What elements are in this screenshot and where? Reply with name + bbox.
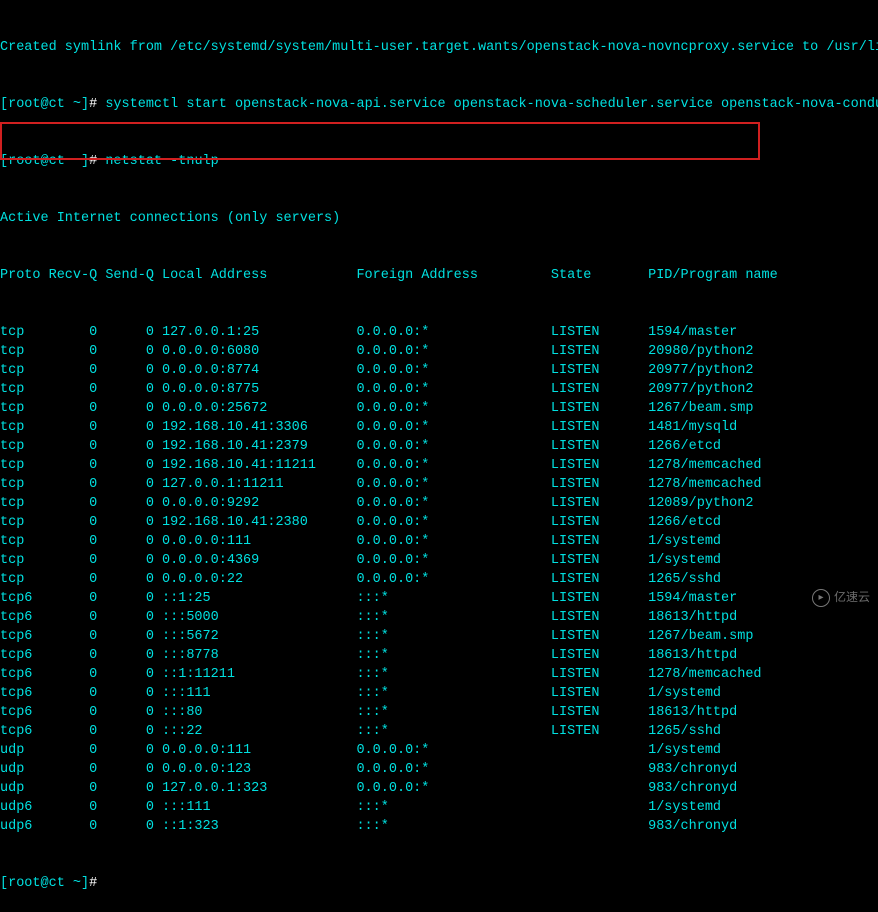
- command-line-1: [root@ct ~]# systemctl start openstack-n…: [0, 95, 878, 114]
- netstat-row: udp 0 0 0.0.0.0:123 0.0.0.0:* 983/chrony…: [0, 760, 878, 779]
- netstat-row: tcp 0 0 0.0.0.0:4369 0.0.0.0:* LISTEN 1/…: [0, 551, 878, 570]
- prompt-user: [root@ct ~]: [0, 876, 89, 891]
- prompt-hash: #: [89, 154, 105, 169]
- netstat-row: tcp 0 0 0.0.0.0:8774 0.0.0.0:* LISTEN 20…: [0, 361, 878, 380]
- netstat-row: tcp 0 0 127.0.0.1:11211 0.0.0.0:* LISTEN…: [0, 475, 878, 494]
- netstat-row: tcp6 0 0 :::5672 :::* LISTEN 1267/beam.s…: [0, 627, 878, 646]
- netstat-row: udp 0 0 0.0.0.0:111 0.0.0.0:* 1/systemd: [0, 741, 878, 760]
- netstat-row: tcp6 0 0 :::80 :::* LISTEN 18613/httpd: [0, 703, 878, 722]
- prompt-hash: #: [89, 97, 105, 112]
- netstat-row: tcp6 0 0 :::22 :::* LISTEN 1265/sshd: [0, 722, 878, 741]
- netstat-row: tcp 0 0 0.0.0.0:22 0.0.0.0:* LISTEN 1265…: [0, 570, 878, 589]
- netstat-row: tcp6 0 0 ::1:25 :::* LISTEN 1594/master: [0, 589, 878, 608]
- prompt-user: [root@ct ~]: [0, 154, 89, 169]
- netstat-row: udp 0 0 127.0.0.1:323 0.0.0.0:* 983/chro…: [0, 779, 878, 798]
- prompt-hash: #: [89, 876, 97, 891]
- watermark-icon: ▸: [812, 589, 830, 607]
- netstat-row: tcp 0 0 0.0.0.0:8775 0.0.0.0:* LISTEN 20…: [0, 380, 878, 399]
- netstat-row: tcp6 0 0 ::1:11211 :::* LISTEN 1278/memc…: [0, 665, 878, 684]
- netstat-row: tcp 0 0 0.0.0.0:9292 0.0.0.0:* LISTEN 12…: [0, 494, 878, 513]
- netstat-row: tcp6 0 0 :::111 :::* LISTEN 1/systemd: [0, 684, 878, 703]
- netstat-row: udp6 0 0 :::111 :::* 1/systemd: [0, 798, 878, 817]
- command-line-2: [root@ct ~]# netstat -tnulp: [0, 152, 878, 171]
- watermark: ▸ 亿速云: [812, 588, 870, 607]
- netstat-rows: tcp 0 0 127.0.0.1:25 0.0.0.0:* LISTEN 15…: [0, 323, 878, 836]
- netstat-row: tcp 0 0 192.168.10.41:2380 0.0.0.0:* LIS…: [0, 513, 878, 532]
- active-connections-line: Active Internet connections (only server…: [0, 209, 878, 228]
- netstat-row: tcp6 0 0 :::8778 :::* LISTEN 18613/httpd: [0, 646, 878, 665]
- netstat-row: tcp 0 0 0.0.0.0:25672 0.0.0.0:* LISTEN 1…: [0, 399, 878, 418]
- command-text: netstat -tnulp: [105, 154, 218, 169]
- netstat-row: tcp 0 0 0.0.0.0:6080 0.0.0.0:* LISTEN 20…: [0, 342, 878, 361]
- netstat-row: udp6 0 0 ::1:323 :::* 983/chronyd: [0, 817, 878, 836]
- netstat-row: tcp 0 0 0.0.0.0:111 0.0.0.0:* LISTEN 1/s…: [0, 532, 878, 551]
- netstat-row: tcp6 0 0 :::5000 :::* LISTEN 18613/httpd: [0, 608, 878, 627]
- netstat-row: tcp 0 0 127.0.0.1:25 0.0.0.0:* LISTEN 15…: [0, 323, 878, 342]
- netstat-row: tcp 0 0 192.168.10.41:11211 0.0.0.0:* LI…: [0, 456, 878, 475]
- watermark-text: 亿速云: [834, 588, 870, 607]
- command-text: systemctl start openstack-nova-api.servi…: [105, 97, 878, 112]
- partial-output-line: Created symlink from /etc/systemd/system…: [0, 38, 878, 57]
- netstat-header-row: Proto Recv-Q Send-Q Local Address Foreig…: [0, 266, 878, 285]
- terminal-output[interactable]: Created symlink from /etc/systemd/system…: [0, 0, 878, 912]
- final-prompt-line[interactable]: [root@ct ~]#: [0, 874, 878, 893]
- netstat-row: tcp 0 0 192.168.10.41:3306 0.0.0.0:* LIS…: [0, 418, 878, 437]
- prompt-user: [root@ct ~]: [0, 97, 89, 112]
- netstat-row: tcp 0 0 192.168.10.41:2379 0.0.0.0:* LIS…: [0, 437, 878, 456]
